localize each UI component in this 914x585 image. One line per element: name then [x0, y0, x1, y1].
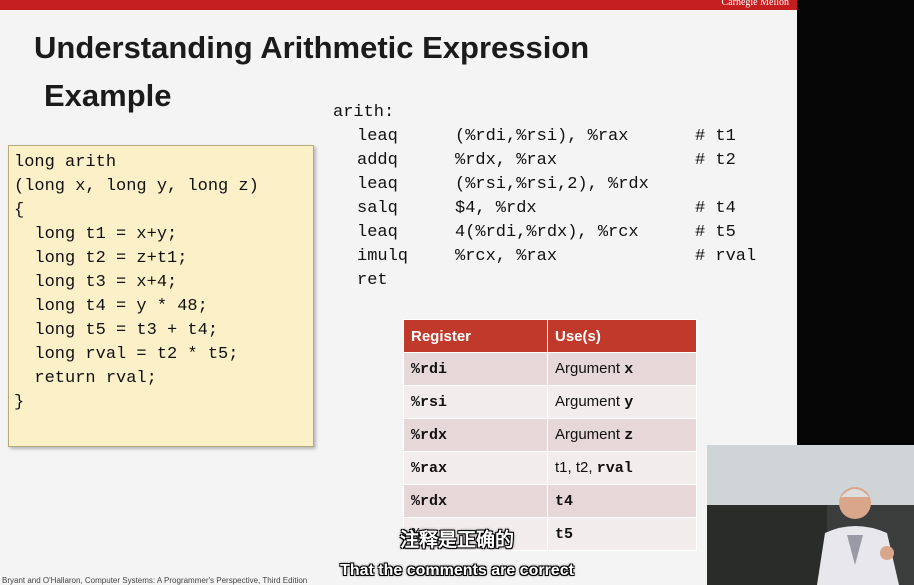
use-code: z	[624, 427, 634, 444]
asm-comment: # t2	[695, 151, 736, 170]
asm-op: leaq	[357, 223, 398, 242]
table-row: %rsi Argument y	[403, 385, 697, 419]
register-cell: %rdi	[403, 352, 548, 386]
asm-args: $4, %rdx	[455, 199, 537, 218]
use-text: t1, t2,	[555, 459, 597, 476]
c-code-line: long t2 = z+t1;	[14, 249, 188, 268]
register-cell: %rsi	[403, 385, 548, 419]
slide: Carnegie Mellon Understanding Arithmetic…	[0, 0, 797, 585]
c-code-line: }	[14, 393, 25, 412]
asm-comment: # t1	[695, 127, 736, 146]
use-cell: t4	[547, 484, 697, 518]
c-code-box: long arith (long x, long y, long z) { lo…	[8, 145, 314, 447]
use-cell: Argument x	[547, 352, 697, 386]
use-code: rval	[596, 460, 633, 477]
title-line-1: Understanding Arithmetic Expression	[34, 30, 590, 65]
c-code-line: (long x, long y, long z)	[14, 177, 259, 196]
c-code-line: long t3 = x+4;	[14, 273, 178, 292]
title-line-2: Example	[44, 78, 172, 113]
slide-title: Understanding Arithmetic Expression Exam…	[34, 24, 589, 120]
table-row: %rdx Argument z	[403, 418, 697, 452]
register-cell: %rdx	[403, 418, 548, 452]
asm-args: %rdx, %rax	[455, 151, 558, 170]
asm-args: %rcx, %rax	[455, 247, 558, 266]
table-row: %rdi Argument x	[403, 352, 697, 386]
top-bar: Carnegie Mellon	[0, 0, 797, 10]
asm-op: leaq	[357, 175, 398, 194]
asm-args: 4(%rdi,%rdx), %rcx	[455, 223, 639, 242]
c-code-line: long arith	[14, 153, 117, 172]
register-table: Register Use(s) %rdi Argument x %rsi Arg…	[403, 319, 697, 551]
asm-comment: # t4	[695, 199, 736, 218]
use-cell: t1, t2, rval	[547, 451, 697, 485]
use-code: t4	[555, 493, 574, 510]
column-header-uses: Use(s)	[547, 319, 697, 353]
asm-op: ret	[357, 271, 388, 290]
use-text: Argument	[555, 393, 625, 410]
asm-op: leaq	[357, 127, 398, 146]
c-code-line: long t5 = t3 + t4;	[14, 321, 219, 340]
brand-label: Carnegie Mellon	[721, 0, 789, 8]
table-row: %rax t1, t2, rval	[403, 451, 697, 485]
asm-args: (%rdi,%rsi), %rax	[455, 127, 629, 146]
asm-comment: # t5	[695, 223, 736, 242]
table-header-row: Register Use(s)	[403, 319, 697, 353]
c-code-line: long rval = t2 * t5;	[14, 345, 239, 364]
column-header-register: Register	[403, 319, 548, 353]
use-cell: Argument z	[547, 418, 697, 452]
c-code-line: return rval;	[14, 369, 157, 388]
c-code-line: long t1 = x+y;	[14, 225, 178, 244]
subtitle-english: That the comments are correct	[340, 562, 574, 579]
asm-op: salq	[357, 199, 398, 218]
asm-args: (%rsi,%rsi,2), %rdx	[455, 175, 649, 194]
asm-label: arith:	[333, 103, 395, 122]
use-code: x	[624, 361, 634, 378]
asm-op: imulq	[357, 247, 409, 266]
use-text: Argument	[555, 426, 625, 443]
use-code: y	[624, 394, 634, 411]
black-side-panel	[797, 0, 914, 445]
c-code-line: {	[14, 201, 25, 220]
register-cell: %rdx	[403, 484, 548, 518]
asm-comment: # rval	[695, 247, 757, 266]
register-cell: %rax	[403, 451, 548, 485]
use-text: Argument	[555, 360, 625, 377]
use-cell: Argument y	[547, 385, 697, 419]
asm-op: addq	[357, 151, 398, 170]
table-row: %rdx t4	[403, 484, 697, 518]
subtitle-chinese: 注释是正确的	[399, 529, 514, 551]
c-code-line: long t4 = y * 48;	[14, 297, 208, 316]
